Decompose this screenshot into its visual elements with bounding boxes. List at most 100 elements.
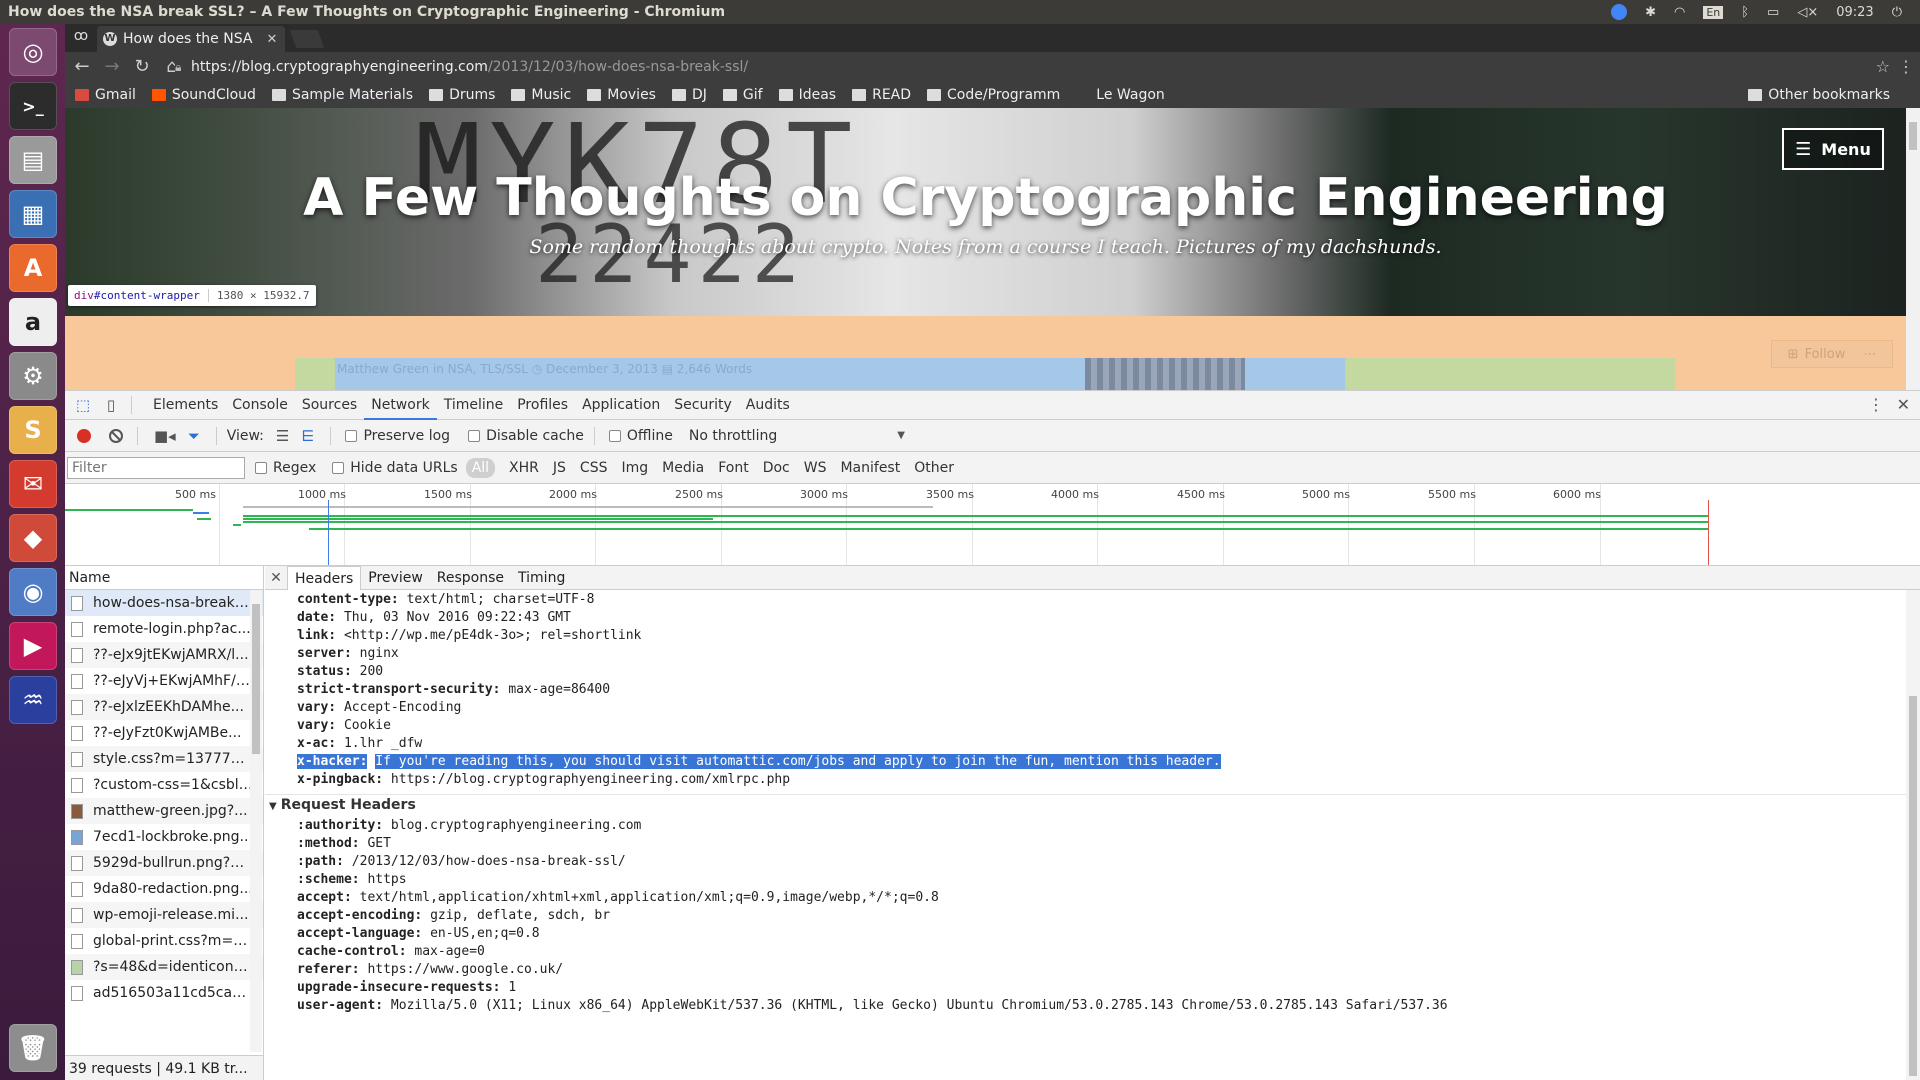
request-header[interactable]: cache-control: max-age=0: [297, 944, 485, 959]
bookmark-folder[interactable]: Movies: [587, 87, 656, 103]
scrollbar-thumb[interactable]: [252, 604, 260, 754]
browser-tab[interactable]: W How does the NSA ✕: [97, 26, 285, 52]
filter-type-other[interactable]: Other: [908, 458, 960, 478]
trash-icon[interactable]: 🗑: [9, 1024, 57, 1072]
address-bar[interactable]: 🔒︎ https://blog.cryptographyengineering.…: [175, 55, 1914, 79]
tab-close-icon[interactable]: ✕: [265, 32, 279, 47]
disable-cache-checkbox[interactable]: [468, 429, 481, 442]
request-row[interactable]: global-print.css?m=1...: [65, 928, 263, 954]
tab-headers[interactable]: Headers: [287, 566, 362, 590]
menu-button[interactable]: ☰ Menu: [1782, 128, 1884, 170]
clear-icon[interactable]: [109, 428, 123, 443]
follow-button[interactable]: ⊞ Follow ⋯: [1771, 340, 1893, 368]
list-view-icon[interactable]: ☰: [276, 427, 289, 445]
request-header[interactable]: referer: https://www.google.co.uk/: [297, 962, 563, 977]
keyboard-layout-indicator[interactable]: En: [1703, 5, 1724, 19]
filter-type-img[interactable]: Img: [615, 458, 654, 478]
response-header[interactable]: link: <http://wp.me/pE4dk-3o>; rel=short…: [297, 628, 641, 643]
request-header[interactable]: :method: GET: [297, 836, 391, 851]
git-icon[interactable]: ◆: [9, 514, 57, 562]
bookmark-soundcloud[interactable]: SoundCloud: [151, 87, 256, 103]
tab-profiles[interactable]: Profiles: [510, 391, 575, 420]
request-row[interactable]: ??-eJxlzEEKhDAMhe...: [65, 694, 263, 720]
page-scrollbar[interactable]: [1906, 108, 1920, 390]
bookmark-item[interactable]: Le Wagon: [1076, 87, 1165, 103]
response-header[interactable]: x-ac: 1.lhr _dfw: [297, 736, 422, 751]
filter-type-font[interactable]: Font: [712, 458, 754, 478]
bookmark-folder[interactable]: READ: [852, 87, 911, 103]
scrollbar-thumb[interactable]: [1909, 122, 1917, 150]
response-header[interactable]: status: 200: [297, 664, 383, 679]
request-header[interactable]: accept-language: en-US,en;q=0.8: [297, 926, 540, 941]
bookmark-folder[interactable]: Music: [511, 87, 571, 103]
back-icon[interactable]: ←: [69, 54, 95, 80]
offline-checkbox[interactable]: [608, 429, 621, 442]
tab-application[interactable]: Application: [575, 391, 667, 420]
tab-sources[interactable]: Sources: [295, 391, 364, 420]
reload-icon[interactable]: ↻: [129, 54, 155, 80]
network-overview[interactable]: 500 ms 1000 ms 1500 ms 2000 ms 2500 ms 3…: [65, 484, 1920, 566]
response-header[interactable]: x-pingback: https://blog.cryptographyeng…: [297, 772, 790, 787]
bookmark-gmail[interactable]: Gmail: [75, 87, 136, 103]
ubuntu-logo-icon[interactable]: ◎: [9, 28, 57, 76]
request-header[interactable]: :scheme: https: [297, 872, 407, 887]
other-bookmarks[interactable]: Other bookmarks: [1748, 82, 1890, 108]
bookmark-folder[interactable]: Sample Materials: [271, 87, 413, 103]
devtools-menu-icon[interactable]: ⋮: [1868, 395, 1884, 414]
preserve-log-checkbox[interactable]: [345, 429, 358, 442]
throttling-select[interactable]: No throttling: [689, 428, 777, 444]
more-icon[interactable]: ⋯: [1863, 347, 1876, 362]
tab-preview[interactable]: Preview: [361, 566, 430, 590]
battery-icon[interactable]: ▭: [1767, 5, 1779, 20]
record-icon[interactable]: [77, 428, 91, 443]
chromium-icon[interactable]: ◉: [9, 568, 57, 616]
tab-console[interactable]: Console: [225, 391, 295, 420]
filter-type-js[interactable]: JS: [547, 458, 572, 478]
wifi-icon[interactable]: ◠: [1674, 5, 1685, 20]
amazon-icon[interactable]: a: [9, 298, 57, 346]
forward-icon[interactable]: →: [99, 54, 125, 80]
response-header[interactable]: vary: Accept-Encoding: [297, 700, 461, 715]
request-header[interactable]: :authority: blog.cryptographyengineering…: [297, 818, 641, 833]
overview-icon[interactable]: ⋿: [301, 427, 314, 445]
filter-type-media[interactable]: Media: [656, 458, 710, 478]
settings-icon[interactable]: ✱: [1645, 5, 1656, 20]
tab-network[interactable]: Network: [364, 391, 437, 420]
chrome-icon[interactable]: [1611, 4, 1628, 20]
new-tab-button[interactable]: [289, 30, 325, 48]
request-row[interactable]: 5929d-bullrun.png?w...: [65, 850, 263, 876]
request-row[interactable]: matthew-green.jpg?...: [65, 798, 263, 824]
slack-icon[interactable]: S: [9, 406, 57, 454]
power-icon[interactable]: ⏻: [1892, 5, 1902, 20]
star-icon[interactable]: ☆: [1876, 57, 1890, 76]
request-row[interactable]: style.css?m=1377793...: [65, 746, 263, 772]
tab-response[interactable]: Response: [430, 566, 511, 590]
request-row[interactable]: ??-eJyVj+EKwjAMhF/l...: [65, 668, 263, 694]
scrollbar-thumb[interactable]: [1909, 696, 1917, 1076]
tab-security[interactable]: Security: [667, 391, 739, 420]
bookmark-folder[interactable]: Gif: [722, 87, 763, 103]
regex-checkbox[interactable]: [255, 461, 267, 474]
tab-timeline[interactable]: Timeline: [437, 391, 511, 420]
request-row[interactable]: ??-eJx9jtEKwjAMRX/l...: [65, 642, 263, 668]
response-header[interactable]: content-type: text/html; charset=UTF-8: [297, 592, 594, 607]
tab-audits[interactable]: Audits: [739, 391, 797, 420]
hide-data-urls-checkbox[interactable]: [332, 461, 345, 474]
filter-type-manifest[interactable]: Manifest: [834, 458, 906, 478]
request-header[interactable]: accept-encoding: gzip, deflate, sdch, br: [297, 908, 610, 923]
details-scrollbar[interactable]: [1906, 590, 1920, 1080]
request-header[interactable]: accept: text/html,application/xhtml+xml,…: [297, 890, 939, 905]
software-center-icon[interactable]: A: [9, 244, 57, 292]
chevron-down-icon[interactable]: ▼: [897, 430, 905, 441]
request-row[interactable]: ?custom-css=1&csblo...: [65, 772, 263, 798]
name-column-header[interactable]: Name: [65, 566, 263, 590]
request-row[interactable]: ??-eJyFzt0KwjAMBe...: [65, 720, 263, 746]
request-row[interactable]: ?s=48&d=identicon&...: [65, 954, 263, 980]
volume-icon[interactable]: ◁×: [1797, 5, 1818, 20]
filter-type-xhr[interactable]: XHR: [503, 458, 545, 478]
tab-timing[interactable]: Timing: [511, 566, 572, 590]
device-toolbar-icon[interactable]: ▯: [101, 395, 121, 415]
request-row[interactable]: how-does-nsa-break-...: [65, 590, 263, 616]
filter-type-css[interactable]: CSS: [574, 458, 614, 478]
capture-screenshots-icon[interactable]: ■◂: [154, 427, 176, 445]
